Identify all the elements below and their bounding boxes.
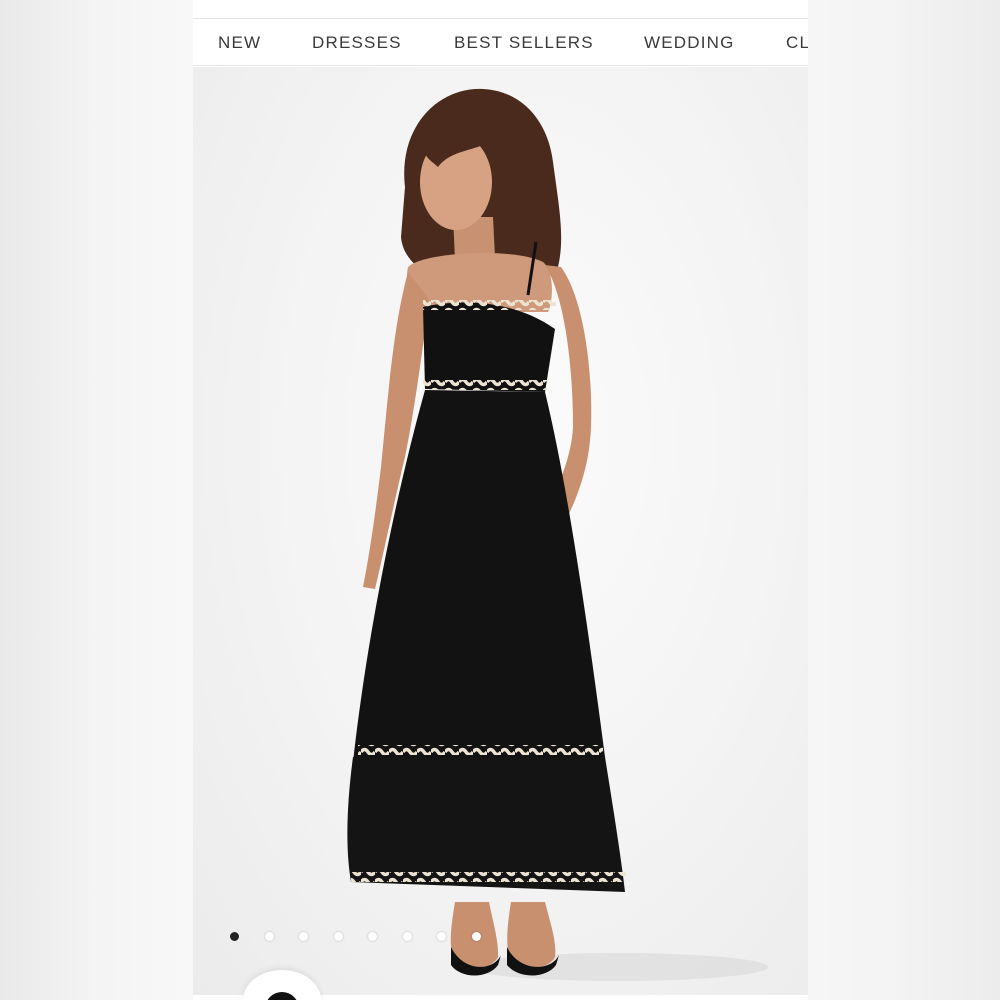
chat-bubble-icon xyxy=(265,992,299,1000)
pagination-dot[interactable] xyxy=(472,932,481,941)
pagination-dot[interactable] xyxy=(299,932,308,941)
dress-ruffle xyxy=(347,757,625,892)
hem-trim xyxy=(351,872,626,882)
phone-screen: NEW DRESSES BEST SELLERS WEDDING CL xyxy=(193,0,808,1000)
waist-trim xyxy=(423,380,547,390)
pagination-dot[interactable] xyxy=(265,932,274,941)
category-nav: NEW DRESSES BEST SELLERS WEDDING CL xyxy=(193,18,808,66)
bodice-trim xyxy=(423,300,556,310)
nav-item-clothing[interactable]: CL xyxy=(786,19,808,65)
nav-item-wedding[interactable]: WEDDING xyxy=(644,19,735,65)
status-area xyxy=(193,0,808,18)
dress-bodice xyxy=(423,302,555,392)
product-image[interactable] xyxy=(193,67,808,995)
pagination-dot[interactable] xyxy=(334,932,343,941)
pagination-dot[interactable] xyxy=(230,932,239,941)
pagination-dot[interactable] xyxy=(437,932,446,941)
nav-item-dresses[interactable]: DRESSES xyxy=(312,19,402,65)
model-illustration xyxy=(347,88,768,981)
skirt-trim xyxy=(358,745,603,755)
nav-item-best-sellers[interactable]: BEST SELLERS xyxy=(454,19,594,65)
pagination-dot[interactable] xyxy=(403,932,412,941)
nav-item-new[interactable]: NEW xyxy=(218,19,261,65)
pagination-dot[interactable] xyxy=(368,932,377,941)
